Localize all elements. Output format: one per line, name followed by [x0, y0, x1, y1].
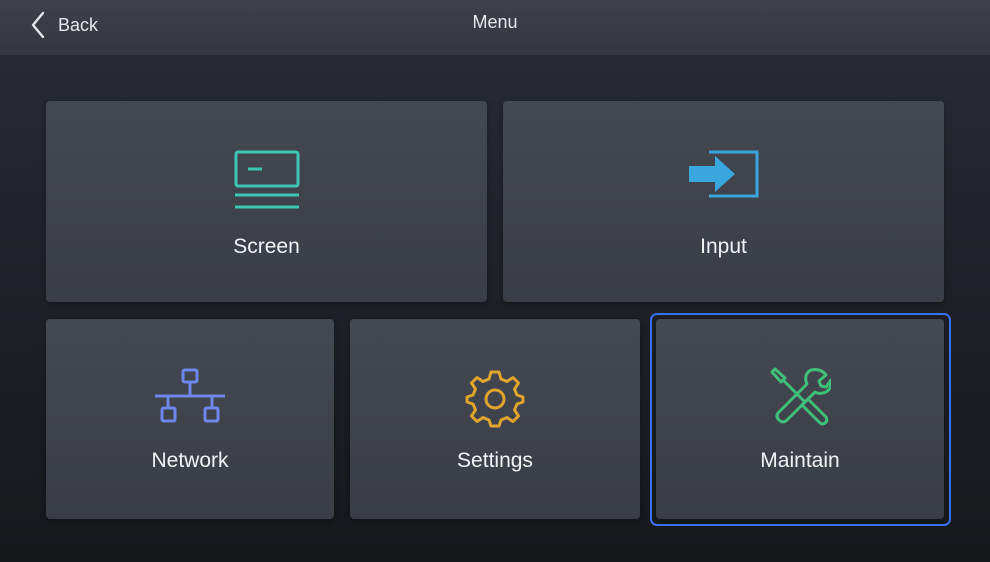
- menu-tile-screen[interactable]: Screen: [46, 101, 487, 302]
- gear-icon: [465, 368, 525, 433]
- input-icon: [687, 148, 761, 205]
- menu-label-screen: Screen: [233, 235, 300, 258]
- menu-label-input: Input: [700, 235, 747, 258]
- screen-icon: [234, 150, 300, 217]
- menu-label-maintain: Maintain: [760, 449, 840, 472]
- network-icon: [153, 368, 227, 431]
- menu-tile-input[interactable]: Input: [503, 101, 944, 302]
- page-title: Menu: [472, 12, 518, 32]
- tools-icon: [769, 366, 833, 433]
- menu-tile-maintain[interactable]: Maintain: [656, 319, 944, 519]
- menu-label-settings: Settings: [457, 449, 533, 472]
- menu-tile-network[interactable]: Network: [46, 319, 334, 519]
- menu-tile-settings[interactable]: Settings: [350, 319, 640, 519]
- menu-label-network: Network: [151, 449, 229, 472]
- top-bar: Back Menu: [0, 0, 990, 55]
